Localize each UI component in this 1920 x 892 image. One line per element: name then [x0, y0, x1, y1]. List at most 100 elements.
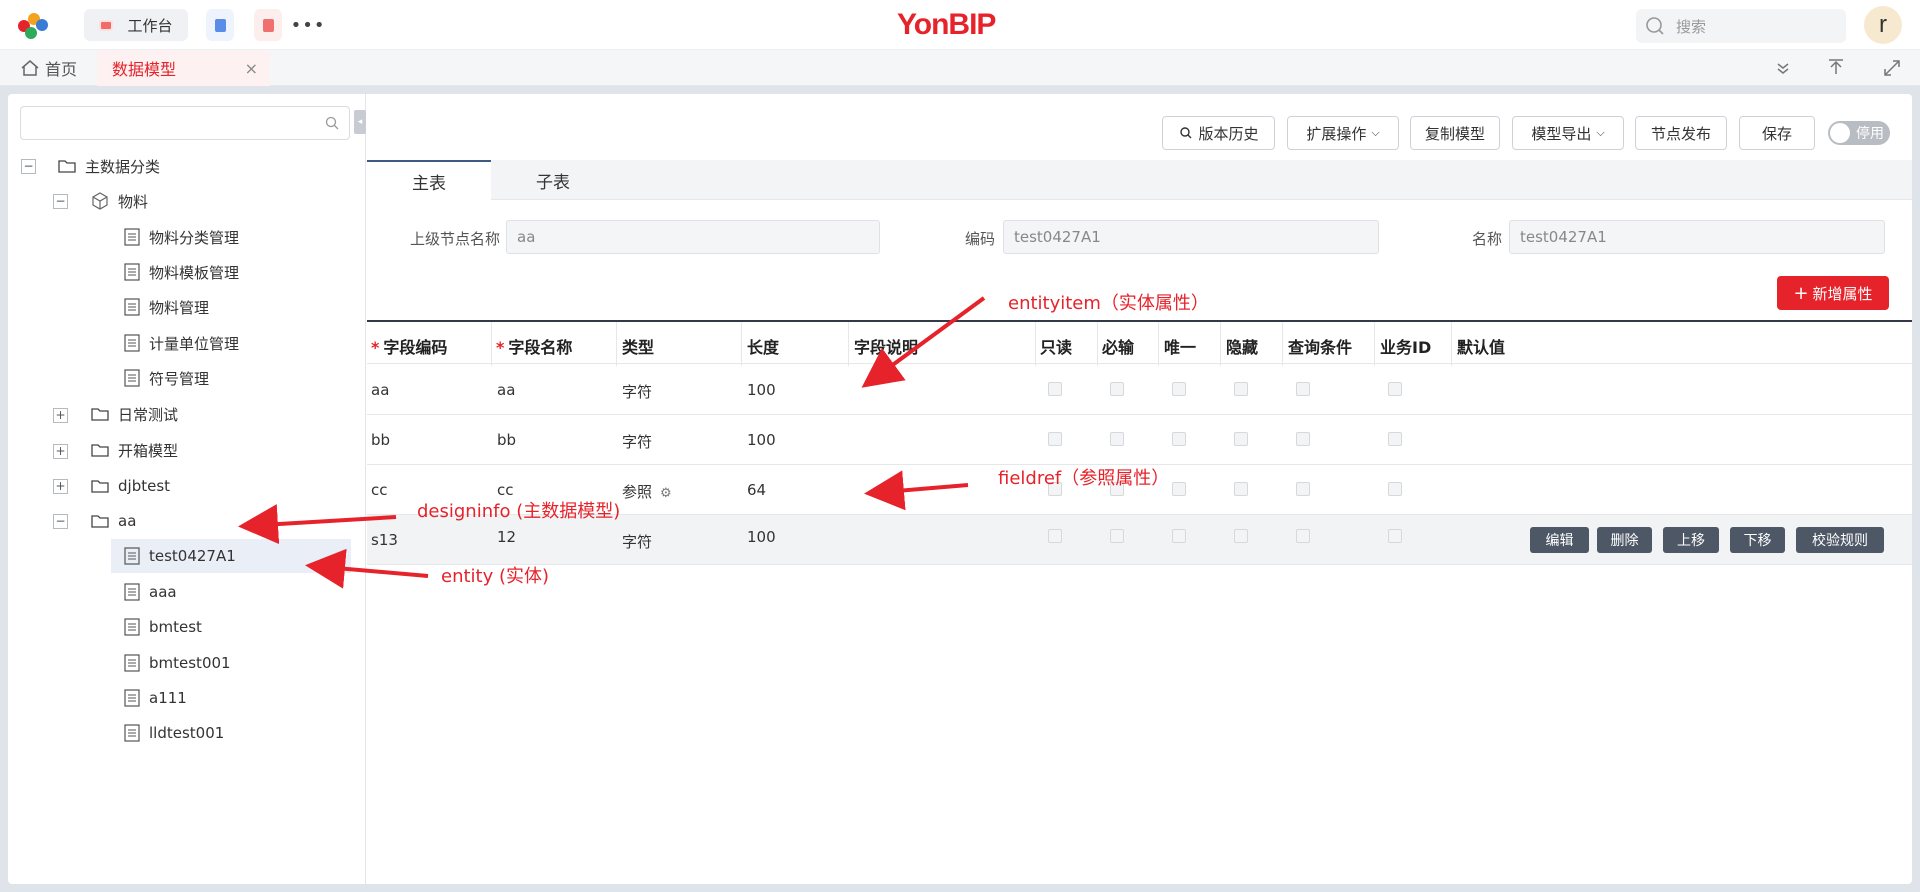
unique-checkbox[interactable]: [1172, 382, 1186, 396]
publish-node-button[interactable]: 节点发布: [1635, 116, 1727, 150]
header-default: 默认值: [1457, 338, 1506, 357]
tree-node-daily[interactable]: 日常测试: [91, 397, 178, 431]
tree-leaf[interactable]: bmtest001: [124, 646, 231, 680]
required-checkbox[interactable]: [1110, 432, 1124, 446]
plus-icon: +: [1793, 282, 1809, 304]
extend-ops-label: 扩展操作: [1306, 124, 1367, 143]
name-field[interactable]: test0427A1: [1509, 220, 1885, 254]
tab-home[interactable]: 首页: [20, 50, 77, 86]
tab-sub-table[interactable]: 子表: [491, 160, 615, 200]
validation-rules-button[interactable]: 校验规则: [1796, 527, 1884, 553]
code-field[interactable]: test0427A1: [1003, 220, 1379, 254]
business-id-checkbox[interactable]: [1388, 432, 1402, 446]
tree-leaf[interactable]: 物料管理: [124, 290, 209, 324]
header-hidden: 隐藏: [1226, 338, 1259, 357]
extend-ops-button[interactable]: 扩展操作 ⌵: [1287, 116, 1399, 150]
avatar[interactable]: r: [1864, 6, 1902, 44]
export-model-button[interactable]: 模型导出 ⌵: [1512, 116, 1624, 150]
tree-node-label: 物料分类管理: [149, 228, 240, 247]
tree-node-unbox[interactable]: 开箱模型: [91, 433, 178, 467]
folder-icon: [91, 444, 109, 457]
add-attribute-button[interactable]: + 新增属性: [1777, 276, 1889, 310]
version-history-button[interactable]: 版本历史: [1162, 116, 1275, 150]
table-row[interactable]: bb bb 字符 100: [367, 415, 1912, 465]
header-type: 类型: [622, 338, 655, 357]
unique-checkbox[interactable]: [1172, 529, 1186, 543]
readonly-checkbox[interactable]: [1048, 432, 1062, 446]
delete-button[interactable]: 删除: [1597, 527, 1652, 553]
collapse-toggle[interactable]: −: [21, 159, 36, 174]
query-checkbox[interactable]: [1296, 382, 1310, 396]
edit-button[interactable]: 编辑: [1530, 527, 1589, 553]
tree-node-aa[interactable]: aa: [91, 504, 136, 538]
app-logo-icon[interactable]: [18, 13, 52, 39]
app-shortcut-red[interactable]: [254, 9, 282, 41]
home-icon: [21, 60, 39, 76]
expand-toggle[interactable]: +: [53, 408, 68, 423]
collapse-handle[interactable]: ◂: [354, 110, 366, 134]
tree-node-root[interactable]: 主数据分类: [58, 149, 160, 183]
upload-icon[interactable]: [1826, 58, 1846, 78]
collapse-toggle[interactable]: −: [53, 194, 68, 209]
copy-model-button[interactable]: 复制模型: [1410, 116, 1500, 150]
unique-checkbox[interactable]: [1172, 482, 1186, 496]
version-history-label: 版本历史: [1198, 124, 1259, 143]
unique-checkbox[interactable]: [1172, 432, 1186, 446]
annotation-designinfo: designinfo (主数据模型): [417, 501, 621, 522]
name-label: 名称: [1471, 230, 1502, 248]
parent-node-field[interactable]: aa: [506, 220, 880, 254]
move-up-button[interactable]: 上移: [1663, 527, 1719, 553]
tree-leaf[interactable]: a111: [124, 681, 187, 715]
header-length: 长度: [747, 338, 780, 357]
cell-length: 100: [747, 431, 776, 449]
required-checkbox[interactable]: [1110, 529, 1124, 543]
tab-main-table[interactable]: 主表: [367, 160, 491, 201]
app-shortcut-blue[interactable]: [206, 9, 234, 41]
hidden-checkbox[interactable]: [1234, 382, 1248, 396]
hidden-checkbox[interactable]: [1234, 432, 1248, 446]
required-checkbox[interactable]: [1110, 382, 1124, 396]
tree-leaf[interactable]: 符号管理: [124, 361, 209, 395]
tab-data-model[interactable]: 数据模型 ×: [97, 50, 270, 86]
table-row[interactable]: aa aa 字符 100: [367, 365, 1912, 415]
cell-length: 100: [747, 528, 776, 546]
query-checkbox[interactable]: [1296, 482, 1310, 496]
close-icon[interactable]: ×: [245, 59, 258, 78]
tree-leaf[interactable]: 物料分类管理: [124, 220, 239, 254]
tree-pane: ◂ − 主数据分类 − 物料 物料分类管理 物料模板管理 物料管理 计量单位管理…: [8, 94, 366, 884]
readonly-checkbox[interactable]: [1048, 382, 1062, 396]
tree-node-material[interactable]: 物料: [91, 184, 148, 218]
business-id-checkbox[interactable]: [1388, 529, 1402, 543]
tree-leaf[interactable]: bmtest: [124, 610, 202, 644]
global-search[interactable]: 搜索: [1636, 9, 1846, 43]
gear-icon[interactable]: ⚙: [660, 486, 672, 501]
business-id-checkbox[interactable]: [1388, 482, 1402, 496]
hidden-checkbox[interactable]: [1234, 529, 1248, 543]
tree-node-label: a111: [149, 689, 187, 707]
collapse-toggle[interactable]: −: [53, 514, 68, 529]
workbench-button[interactable]: 工作台: [84, 9, 188, 41]
move-down-button[interactable]: 下移: [1730, 527, 1785, 553]
tree-leaf-selected[interactable]: test0427A1: [111, 539, 351, 573]
tree-leaf[interactable]: lldtest001: [124, 716, 224, 750]
readonly-checkbox[interactable]: [1048, 529, 1062, 543]
query-checkbox[interactable]: [1296, 432, 1310, 446]
document-icon: [124, 689, 140, 707]
chevron-down-icon[interactable]: [1773, 58, 1793, 78]
query-checkbox[interactable]: [1296, 529, 1310, 543]
more-icon[interactable]: •••: [291, 9, 325, 41]
expand-toggle[interactable]: +: [53, 444, 68, 459]
tree-search-input[interactable]: [20, 106, 350, 140]
tree-leaf[interactable]: 物料模板管理: [124, 255, 239, 289]
tree-node-djbtest[interactable]: djbtest: [91, 469, 170, 503]
expand-icon[interactable]: [1882, 58, 1902, 78]
expand-toggle[interactable]: +: [53, 479, 68, 494]
tree-leaf[interactable]: aaa: [124, 575, 177, 609]
header-description: 字段说明: [854, 338, 919, 357]
save-button[interactable]: 保存: [1739, 116, 1815, 150]
tree-leaf[interactable]: 计量单位管理: [124, 326, 239, 360]
business-id-checkbox[interactable]: [1388, 382, 1402, 396]
tree-node-label: lldtest001: [149, 724, 225, 742]
enable-toggle[interactable]: 停用: [1828, 121, 1890, 145]
hidden-checkbox[interactable]: [1234, 482, 1248, 496]
